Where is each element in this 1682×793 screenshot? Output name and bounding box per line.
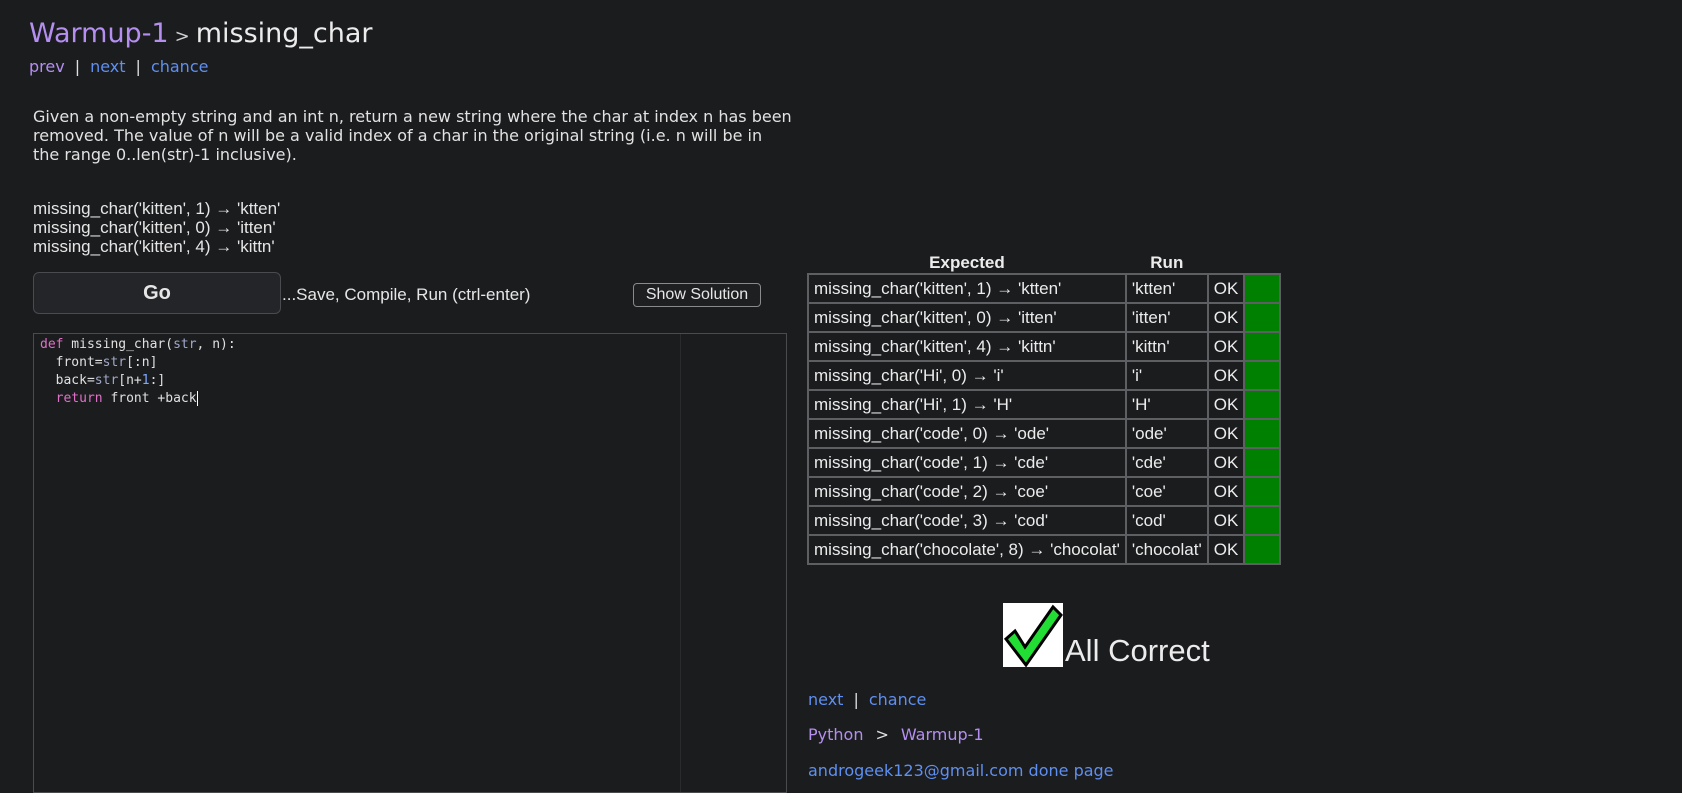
result-pass-indicator: [1243, 534, 1282, 565]
result-row: missing_char('code', 0) → 'ode''ode' OK: [807, 418, 1282, 449]
title-separator: >: [174, 26, 190, 47]
result-row: missing_char('Hi', 0) → 'i''i' OK: [807, 360, 1282, 391]
result-run-cell: 'H': [1124, 389, 1209, 420]
code-content[interactable]: def missing_char(str, n): front=str[:n] …: [40, 336, 236, 408]
problem-description: Given a non-empty string and an int n, r…: [33, 107, 792, 164]
breadcrumb-separator: >: [875, 725, 889, 744]
results-body: missing_char('kitten', 1) → 'ktten''ktte…: [807, 273, 1282, 565]
result-expected-cell: missing_char('code', 0) → 'ode': [807, 418, 1127, 449]
result-run-cell: 'ktten': [1124, 273, 1209, 304]
result-run-cell: 'itten': [1124, 302, 1209, 333]
result-pass-indicator: [1243, 331, 1282, 362]
results-table: Expected Run missing_char('kitten', 1) →…: [807, 253, 1282, 565]
code-line[interactable]: back=str[n+1:]: [40, 372, 236, 390]
result-expected-cell: missing_char('Hi', 0) → 'i': [807, 360, 1127, 391]
page-title: Warmup-1 > missing_char: [29, 16, 373, 55]
section-link[interactable]: Warmup-1: [29, 18, 169, 49]
code-line[interactable]: def missing_char(str, n):: [40, 336, 236, 354]
top-navigation: prev | next | chance: [29, 57, 373, 76]
breadcrumb: Python > Warmup-1: [808, 725, 984, 744]
result-pass-indicator: [1243, 273, 1282, 304]
result-row: missing_char('kitten', 0) → 'itten''itte…: [807, 302, 1282, 333]
result-expected-cell: missing_char('code', 2) → 'coe': [807, 476, 1127, 507]
next-link[interactable]: next: [808, 690, 843, 709]
result-row: missing_char('Hi', 1) → 'H' 'H' OK: [807, 389, 1282, 420]
result-status-cell: OK: [1206, 534, 1246, 565]
result-pass-indicator: [1243, 447, 1282, 478]
result-run-cell: 'cde': [1124, 447, 1209, 478]
checkmark-icon: [1003, 603, 1063, 667]
result-row: missing_char('kitten', 4) → 'kittn''kitt…: [807, 331, 1282, 362]
next-link[interactable]: next: [90, 57, 125, 76]
code-line[interactable]: return front +back: [40, 390, 236, 408]
result-run-cell: 'ode': [1124, 418, 1209, 449]
result-run-cell: 'i': [1124, 360, 1209, 391]
result-status-cell: OK: [1206, 302, 1246, 333]
color-header: [1244, 253, 1280, 274]
go-button[interactable]: Go: [33, 272, 281, 314]
result-status-cell: OK: [1206, 389, 1246, 420]
go-hint: ...Save, Compile, Run (ctrl-enter): [282, 285, 531, 304]
examples-list: missing_char('kitten', 1) → 'ktten' miss…: [33, 199, 280, 256]
breadcrumb-language-link[interactable]: Python: [808, 725, 863, 744]
result-status-cell: OK: [1206, 273, 1246, 304]
result-status-cell: OK: [1206, 360, 1246, 391]
result-pass-indicator: [1243, 418, 1282, 449]
chance-link[interactable]: chance: [869, 690, 927, 709]
results-header-row: Expected Run: [808, 253, 1280, 274]
done-page-link-text[interactable]: androgeek123@gmail.com done page: [808, 761, 1114, 780]
text-cursor: [196, 391, 198, 406]
result-status-cell: OK: [1206, 447, 1246, 478]
result-row: missing_char('code', 3) → 'cod''cod' OK: [807, 505, 1282, 536]
result-row: missing_char('code', 1) → 'cde''cde' OK: [807, 447, 1282, 478]
run-header: Run: [1150, 253, 1184, 272]
result-pass-indicator: [1243, 360, 1282, 391]
result-run-cell: 'cod': [1124, 505, 1209, 536]
result-run-cell: 'coe': [1124, 476, 1209, 507]
page-header: Warmup-1 > missing_char prev | next | chance: [29, 16, 373, 76]
result-run-cell: 'chocolat': [1124, 534, 1209, 565]
nav-divider: |: [135, 57, 141, 76]
result-pass-indicator: [1243, 505, 1282, 536]
result-row: missing_char('code', 2) → 'coe''coe' OK: [807, 476, 1282, 507]
status-header: [1208, 253, 1245, 274]
result-expected-cell: missing_char('chocolate', 8) → 'chocolat…: [807, 534, 1127, 565]
done-page-link[interactable]: androgeek123@gmail.com done page: [808, 761, 1114, 780]
code-editor[interactable]: def missing_char(str, n): front=str[:n] …: [33, 333, 787, 793]
example-line: missing_char('kitten', 4) → 'kittn': [33, 237, 275, 256]
result-row: missing_char('chocolate', 8) → 'chocolat…: [807, 534, 1282, 565]
result-pass-indicator: [1243, 302, 1282, 333]
example-line: missing_char('kitten', 0) → 'itten': [33, 218, 276, 237]
nav-divider: |: [853, 690, 859, 709]
result-expected-cell: missing_char('kitten', 1) → 'ktten': [807, 273, 1127, 304]
result-expected-cell: missing_char('code', 1) → 'cde': [807, 447, 1127, 478]
all-correct-banner: All Correct: [1003, 603, 1210, 667]
print-margin-line: [680, 334, 681, 792]
chance-link[interactable]: chance: [151, 57, 209, 76]
result-expected-cell: missing_char('kitten', 0) → 'itten': [807, 302, 1127, 333]
all-correct-text: All Correct: [1065, 633, 1210, 668]
code-line[interactable]: front=str[:n]: [40, 354, 236, 372]
result-pass-indicator: [1243, 389, 1282, 420]
result-pass-indicator: [1243, 476, 1282, 507]
problem-name: missing_char: [195, 18, 373, 49]
result-status-cell: OK: [1206, 505, 1246, 536]
result-row: missing_char('kitten', 1) → 'ktten''ktte…: [807, 273, 1282, 304]
nav-divider: |: [74, 57, 81, 76]
result-status-cell: OK: [1206, 476, 1246, 507]
example-line: missing_char('kitten', 1) → 'ktten': [33, 199, 281, 218]
result-expected-cell: missing_char('code', 3) → 'cod': [807, 505, 1127, 536]
result-status-cell: OK: [1206, 331, 1246, 362]
expected-header: Expected: [929, 253, 1005, 272]
result-run-cell: 'kittn': [1124, 331, 1209, 362]
bottom-navigation: next | chance: [808, 690, 926, 709]
result-expected-cell: missing_char('kitten', 4) → 'kittn': [807, 331, 1127, 362]
breadcrumb-section-link[interactable]: Warmup-1: [901, 725, 984, 744]
result-expected-cell: missing_char('Hi', 1) → 'H': [807, 389, 1127, 420]
prev-link[interactable]: prev: [29, 57, 65, 76]
show-solution-button[interactable]: Show Solution: [633, 283, 761, 307]
result-status-cell: OK: [1206, 418, 1246, 449]
